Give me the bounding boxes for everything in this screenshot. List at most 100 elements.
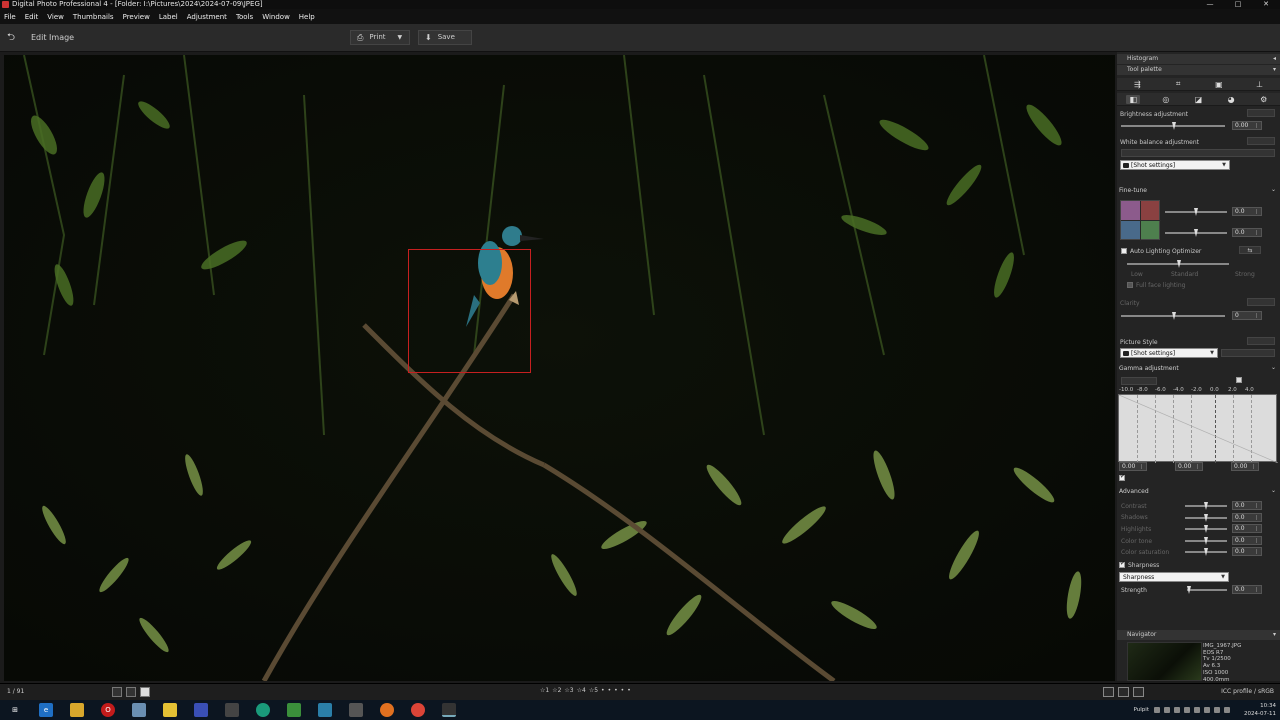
rating-5[interactable]: ☆5 xyxy=(589,687,598,694)
chevron-down-icon[interactable]: ⌄ xyxy=(1271,487,1276,494)
highlights-value[interactable]: 0.0 xyxy=(1232,524,1262,533)
clarity-reset-button[interactable] xyxy=(1247,298,1275,306)
firefox-icon[interactable] xyxy=(380,703,394,717)
menu-window[interactable]: Window xyxy=(262,13,290,21)
slider-thumb[interactable] xyxy=(1187,586,1191,594)
tray-icon[interactable] xyxy=(1194,707,1200,713)
rating-1[interactable]: ☆1 xyxy=(540,687,549,694)
navigator-header[interactable]: Navigator ▾ xyxy=(1117,630,1280,640)
maximize-button[interactable]: □ xyxy=(1224,0,1252,9)
color-wheel[interactable] xyxy=(1120,200,1161,241)
navigator-thumbnail[interactable] xyxy=(1127,642,1202,681)
gamma-color-swatch[interactable] xyxy=(1236,377,1242,383)
minimize-button[interactable]: — xyxy=(1196,0,1224,9)
single-view-icon[interactable] xyxy=(140,687,150,697)
menu-thumbnails[interactable]: Thumbnails xyxy=(73,13,114,21)
network-icon[interactable] xyxy=(1204,707,1210,713)
contrast-slider[interactable] xyxy=(1185,502,1227,510)
tray-icon[interactable] xyxy=(1154,707,1160,713)
dpp-taskbar-icon[interactable] xyxy=(442,703,456,717)
rating-3[interactable]: ☆3 xyxy=(564,687,573,694)
rating-4[interactable]: ☆4 xyxy=(577,687,586,694)
shadows-value[interactable]: 0.0 xyxy=(1232,513,1262,522)
slider-thumb[interactable] xyxy=(1204,537,1208,545)
slider-thumb[interactable] xyxy=(1204,548,1208,556)
tray-icon[interactable] xyxy=(1184,707,1190,713)
gear-icon[interactable]: ⚙ xyxy=(1257,95,1271,104)
contrast-value[interactable]: 0.0 xyxy=(1232,501,1262,510)
desktop-label[interactable]: Pulpit xyxy=(1134,706,1149,714)
alo-settings-button[interactable]: ⇆ xyxy=(1239,246,1261,254)
brightness-reset-button[interactable] xyxy=(1247,109,1275,117)
slider-thumb[interactable] xyxy=(1194,208,1198,216)
menu-file[interactable]: File xyxy=(4,13,16,21)
white-balance-reset-button[interactable] xyxy=(1247,137,1275,145)
color-icon[interactable]: ◕ xyxy=(1224,95,1238,104)
gamma-mode-button[interactable] xyxy=(1121,377,1157,385)
alo-slider[interactable] xyxy=(1127,260,1229,268)
label-dot[interactable]: • xyxy=(601,687,605,694)
fine-tune-slider-2[interactable] xyxy=(1165,229,1227,237)
grid-view-icon[interactable] xyxy=(112,687,122,697)
color-saturation-slider[interactable] xyxy=(1185,548,1227,556)
image-icon[interactable]: ▣ xyxy=(1212,80,1226,89)
alo-checkbox[interactable] xyxy=(1121,248,1127,254)
back-arrow-icon[interactable]: ⮌ xyxy=(4,31,18,44)
fit-screen-icon[interactable] xyxy=(1103,687,1114,697)
fine-tune-slider-1[interactable] xyxy=(1165,208,1227,216)
slider-thumb[interactable] xyxy=(1172,122,1176,130)
collapse-icon[interactable]: ▾ xyxy=(1273,630,1276,640)
highlights-slider[interactable] xyxy=(1185,525,1227,533)
menu-adjustment[interactable]: Adjustment xyxy=(187,13,227,21)
white-balance-select[interactable]: [Shot settings] ▼ xyxy=(1120,160,1230,170)
label-dot[interactable]: • xyxy=(608,687,612,694)
map-icon[interactable] xyxy=(287,703,301,717)
label-dot[interactable]: • xyxy=(627,687,631,694)
menu-tools[interactable]: Tools xyxy=(236,13,253,21)
windows-start-icon[interactable]: ⊞ xyxy=(8,703,22,717)
collapse-icon[interactable]: ◂ xyxy=(1273,54,1276,64)
volume-icon[interactable] xyxy=(1214,707,1220,713)
camera-app-icon[interactable] xyxy=(349,703,363,717)
highlight-icon[interactable] xyxy=(1133,687,1144,697)
menu-view[interactable]: View xyxy=(47,13,64,21)
slider-thumb[interactable] xyxy=(1172,312,1176,320)
gamma-link-checkbox[interactable] xyxy=(1119,473,1125,481)
globe-icon[interactable] xyxy=(256,703,270,717)
crop-icon[interactable]: ⌗ xyxy=(1171,79,1185,89)
chrome-icon[interactable] xyxy=(411,703,425,717)
slider-thumb[interactable] xyxy=(1194,229,1198,237)
slider-thumb[interactable] xyxy=(1177,260,1181,268)
tool-palette-header[interactable]: Tool palette ▾ xyxy=(1117,65,1280,75)
app-icon[interactable] xyxy=(318,703,332,717)
sharpness-checkbox[interactable] xyxy=(1119,560,1125,568)
color-saturation-value[interactable]: 0.0 xyxy=(1232,547,1262,556)
edge-icon[interactable]: e xyxy=(39,703,53,717)
clarity-slider[interactable] xyxy=(1121,312,1225,320)
chevron-down-icon[interactable]: ▼ xyxy=(398,31,403,44)
gamma-left-value[interactable]: 0.00 xyxy=(1119,462,1147,471)
keyboard-icon[interactable] xyxy=(1224,707,1230,713)
document-icon[interactable] xyxy=(132,703,146,717)
menu-edit[interactable]: Edit xyxy=(25,13,39,21)
print-button[interactable]: ⎙ Print ▼ xyxy=(350,30,410,45)
face-lighting-checkbox[interactable] xyxy=(1127,282,1133,288)
menu-preview[interactable]: Preview xyxy=(123,13,150,21)
multi-view-icon[interactable] xyxy=(126,687,136,697)
gamma-right-value[interactable]: 0.00 xyxy=(1231,462,1259,471)
sharpness-mode-select[interactable]: Sharpness ▼ xyxy=(1119,572,1229,582)
fine-tune-value-2[interactable]: 0.0 xyxy=(1232,228,1262,237)
rating-2[interactable]: ☆2 xyxy=(552,687,561,694)
lens-icon[interactable]: ◎ xyxy=(1159,95,1173,104)
save-button[interactable]: ⬇ Save xyxy=(418,30,472,45)
strength-slider[interactable] xyxy=(1187,586,1227,594)
brightness-slider[interactable] xyxy=(1121,122,1225,130)
collapse-icon[interactable]: ▾ xyxy=(1273,65,1276,75)
folder-icon[interactable] xyxy=(70,703,84,717)
app-bat-icon[interactable] xyxy=(163,703,177,717)
floppy-icon[interactable] xyxy=(194,703,208,717)
tray-icon[interactable] xyxy=(1174,707,1180,713)
clock[interactable]: 10:34 2024-07-11 xyxy=(1236,702,1276,718)
close-button[interactable]: ✕ xyxy=(1252,0,1280,9)
picture-style-browse-button[interactable] xyxy=(1221,349,1275,357)
